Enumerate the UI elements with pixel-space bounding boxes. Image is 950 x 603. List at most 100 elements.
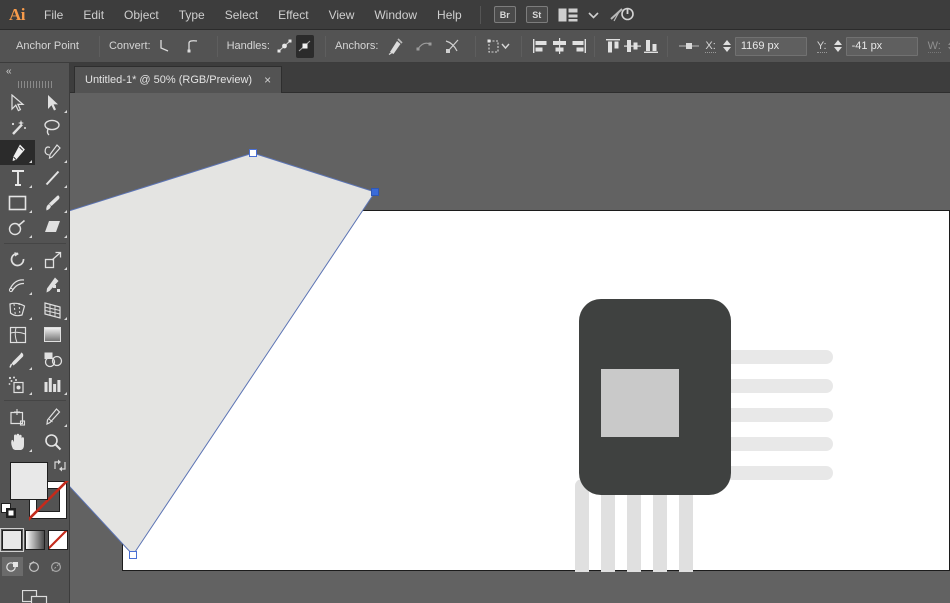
menu-window[interactable]: Window [364,0,427,30]
tools-panel: « [0,63,70,603]
change-screen-mode-button[interactable] [21,589,48,603]
width-tool[interactable] [0,272,35,297]
close-icon[interactable]: × [262,74,273,86]
slice-tool[interactable] [35,404,70,429]
divider [594,35,596,57]
y-stepper[interactable] [832,38,845,54]
bridge-button[interactable]: Br [493,6,516,23]
illustrator-window: Ai File Edit Object Type Select Effect V… [0,0,950,603]
w-label: W: [927,39,941,53]
convert-to-corner-icon[interactable] [157,35,173,58]
path-shape[interactable] [70,152,376,556]
quadrilateral-path[interactable] [70,149,950,572]
w-stepper [946,38,950,54]
default-fill-stroke-icon[interactable] [1,503,17,522]
menu-help[interactable]: Help [427,0,472,30]
x-input[interactable] [734,36,807,56]
none-mode-button[interactable] [47,530,68,550]
transform-icon[interactable] [486,35,512,58]
stock-button[interactable]: St [525,6,548,23]
workspace-switcher-icon[interactable] [609,5,635,25]
connect-anchors-icon[interactable] [415,35,433,58]
artboard[interactable] [70,149,950,572]
pen-tool[interactable] [0,140,35,165]
menu-select[interactable]: Select [215,0,268,30]
menu-object[interactable]: Object [114,0,169,30]
shape-builder-tool[interactable] [0,297,35,322]
menu-effect[interactable]: Effect [268,0,318,30]
menu-divider [479,5,481,24]
menu-file[interactable]: File [34,0,73,30]
gradient-mode-button[interactable] [24,530,45,550]
color-mode-buttons [0,528,69,552]
menu-view[interactable]: View [319,0,365,30]
zoom-tool[interactable] [35,429,70,454]
screen-mode-row [0,589,69,603]
tool-divider [4,243,66,244]
anchor-right[interactable] [371,188,379,196]
collapse-panel-icon[interactable]: « [0,63,69,79]
type-tool[interactable] [0,165,35,190]
tools-panel-grip[interactable] [0,79,69,90]
align-vertical-center-icon[interactable] [624,35,642,58]
document-tab[interactable]: Untitled-1* @ 50% (RGB/Preview) × [74,66,283,93]
y-coordinate-group: Y: [816,36,918,56]
align-left-icon[interactable] [532,35,549,58]
draw-behind-button[interactable] [24,557,45,576]
align-top-icon[interactable] [605,35,622,58]
line-segment-tool[interactable] [35,165,70,190]
x-stepper[interactable] [721,38,734,54]
column-graph-tool[interactable] [35,372,70,397]
divider [98,35,100,57]
x-coordinate-group: X: [679,36,807,56]
menu-bar: Ai File Edit Object Type Select Effect V… [0,0,950,30]
color-mode-button[interactable] [0,528,24,552]
control-bar: Anchor Point Convert: Handles: Anchors: … [0,30,950,63]
align-bottom-icon[interactable] [643,35,660,58]
selection-tool[interactable] [0,90,35,115]
scale-tool[interactable] [35,247,70,272]
direct-selection-tool[interactable] [35,90,70,115]
canvas-area[interactable] [70,93,950,603]
eyedropper-tool[interactable] [0,347,35,372]
anchor-bottom[interactable] [129,551,137,559]
remove-anchor-icon[interactable] [386,35,404,58]
perspective-grid-tool[interactable] [35,297,70,322]
fill-swatch[interactable] [10,462,48,500]
rotate-tool[interactable] [0,247,35,272]
magic-wand-tool[interactable] [0,115,35,140]
draw-inside-button[interactable] [46,557,67,576]
free-transform-tool[interactable] [35,272,70,297]
paintbrush-tool[interactable] [35,190,70,215]
curvature-tool[interactable] [35,140,70,165]
arrange-documents-icon[interactable] [558,8,578,22]
eraser-tool[interactable] [35,215,70,240]
menu-edit[interactable]: Edit [73,0,114,30]
convert-to-smooth-icon[interactable] [186,35,202,58]
align-right-icon[interactable] [570,35,587,58]
draw-normal-button[interactable] [2,557,23,576]
y-input[interactable] [845,36,918,56]
blend-tool[interactable] [35,347,70,372]
swap-fill-stroke-icon[interactable] [53,459,67,475]
anchors-label: Anchors: [334,40,379,52]
handles-label: Handles: [226,40,270,52]
shaper-tool[interactable] [0,215,35,240]
align-horizontal-center-icon[interactable] [551,35,568,58]
anchor-top[interactable] [249,149,257,157]
artboard-tool[interactable] [0,404,35,429]
reference-point-icon [679,43,700,49]
rectangle-tool[interactable] [0,190,35,215]
cut-path-icon[interactable] [444,35,462,58]
symbol-sprayer-tool[interactable] [0,372,35,397]
lasso-tool[interactable] [35,115,70,140]
show-handles-icon[interactable] [276,35,294,58]
chevron-down-icon[interactable] [588,11,599,19]
hide-handles-icon[interactable] [295,34,314,58]
gradient-tool[interactable] [35,322,70,347]
menu-type[interactable]: Type [169,0,215,30]
mesh-tool[interactable] [0,322,35,347]
hand-tool[interactable] [0,429,35,454]
w-dimension-group: W: [927,37,950,56]
document-tab-title: Untitled-1* @ 50% (RGB/Preview) [85,74,253,86]
